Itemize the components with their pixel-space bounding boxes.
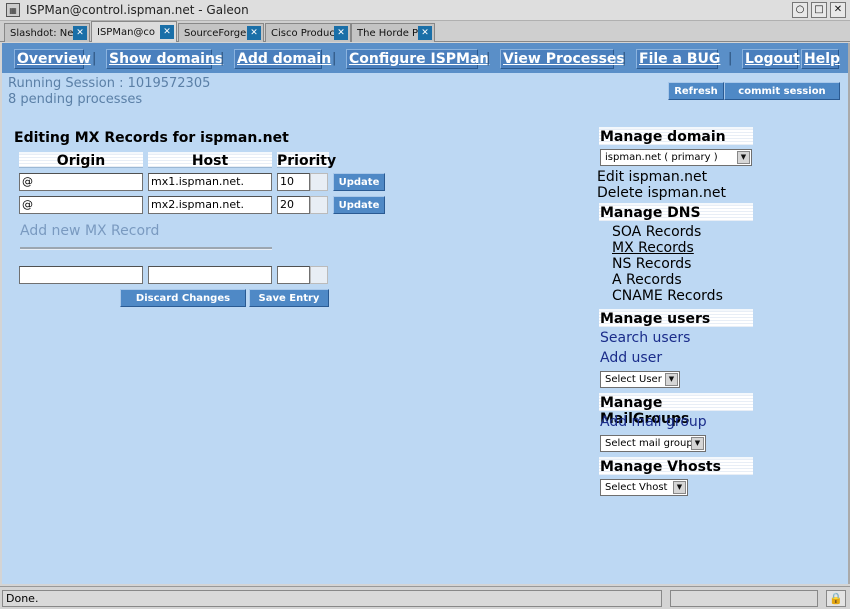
- nav-add-domain[interactable]: Add domain: [234, 49, 331, 69]
- nav-logout[interactable]: Logout: [742, 49, 800, 69]
- column-header-origin: Origin: [19, 152, 143, 168]
- tab-cisco[interactable]: Cisco Produc ✕: [265, 23, 351, 42]
- tab-ispman[interactable]: ISPMan@co ✕: [91, 21, 177, 42]
- tab-horde[interactable]: The Horde Pr ✕: [351, 23, 435, 42]
- progress-box: [670, 590, 818, 607]
- manage-dns-heading: Manage DNS: [599, 203, 753, 221]
- close-tab-icon[interactable]: ✕: [160, 25, 174, 39]
- add-user-link[interactable]: Add user: [600, 350, 662, 366]
- close-tab-icon[interactable]: ✕: [418, 26, 432, 40]
- search-users-link[interactable]: Search users: [600, 330, 690, 346]
- chevron-down-icon: ▼: [737, 151, 750, 164]
- nav-separator: |: [622, 51, 627, 66]
- update-button[interactable]: Update: [333, 173, 385, 191]
- update-button[interactable]: Update: [333, 196, 385, 214]
- security-lock-icon[interactable]: 🔒: [826, 590, 846, 607]
- tab-slashdot[interactable]: Slashdot: Ne ✕: [4, 23, 90, 42]
- new-priority-spinner[interactable]: [310, 266, 328, 284]
- status-bar: Done. 🔒: [0, 586, 850, 609]
- close-tab-icon[interactable]: ✕: [247, 26, 261, 40]
- nav-separator: |: [486, 51, 491, 66]
- app-icon[interactable]: ▦: [6, 3, 20, 17]
- window-title-bar: ▦ ISPMan@control.ispman.net - Galeon ○ □…: [0, 0, 850, 21]
- nav-help[interactable]: Help: [801, 49, 840, 69]
- column-header-priority: Priority: [277, 152, 337, 169]
- manage-mailgroups-heading: Manage MailGroups: [599, 393, 753, 427]
- cname-records-link[interactable]: CNAME Records: [612, 288, 723, 304]
- nav-view-processes[interactable]: View Processes: [500, 49, 625, 69]
- new-priority-input[interactable]: [277, 266, 310, 284]
- a-records-link[interactable]: A Records: [612, 272, 682, 288]
- manage-domain-heading: Manage domain: [599, 127, 753, 145]
- edit-domain-link[interactable]: Edit ispman.net: [597, 169, 707, 185]
- chevron-down-icon: ▼: [673, 481, 686, 494]
- nav-overview[interactable]: Overview: [14, 49, 91, 69]
- page-content: Overview | Show domains | Add domain | C…: [2, 43, 848, 584]
- new-origin-input[interactable]: [19, 266, 143, 284]
- new-host-input[interactable]: [148, 266, 272, 284]
- nav-show-domains[interactable]: Show domains: [106, 49, 223, 69]
- manage-vhosts-heading: Manage Vhosts: [599, 457, 753, 475]
- nav-configure-ispman[interactable]: Configure ISPMan: [346, 49, 489, 69]
- nav-file-bug[interactable]: File a BUG: [636, 49, 720, 69]
- chevron-down-icon: ▼: [665, 373, 678, 386]
- add-new-mx-label: Add new MX Record: [20, 223, 160, 239]
- priority-input[interactable]: 20: [277, 196, 310, 214]
- add-mail-group-link[interactable]: Add mail group: [600, 414, 707, 430]
- discard-changes-button[interactable]: Discard Changes: [120, 289, 246, 307]
- refresh-button[interactable]: Refresh: [668, 82, 724, 100]
- main-nav-bar: Overview | Show domains | Add domain | C…: [2, 43, 848, 73]
- mailgroup-select[interactable]: Select mail group ▼: [600, 435, 706, 452]
- running-session: Running Session : 1019572305: [8, 76, 211, 91]
- mx-records-link[interactable]: MX Records: [612, 240, 694, 256]
- divider: [20, 247, 272, 250]
- pending-processes: 8 pending processes: [8, 92, 143, 107]
- maximize-button[interactable]: □: [811, 2, 827, 18]
- vhost-select[interactable]: Select Vhost ▼: [600, 479, 688, 496]
- minimize-button[interactable]: ○: [792, 2, 808, 18]
- nav-separator: |: [332, 51, 337, 66]
- close-window-button[interactable]: ✕: [830, 2, 846, 18]
- priority-spinner[interactable]: [310, 196, 328, 214]
- commit-session-button[interactable]: commit session: [724, 82, 840, 100]
- domain-select[interactable]: ispman.net ( primary ) ▼: [600, 149, 752, 166]
- user-select[interactable]: Select User ▼: [600, 371, 680, 388]
- close-tab-icon[interactable]: ✕: [73, 26, 87, 40]
- origin-input[interactable]: @: [19, 173, 143, 191]
- save-entry-button[interactable]: Save Entry: [249, 289, 329, 307]
- priority-spinner[interactable]: [310, 173, 328, 191]
- origin-input[interactable]: @: [19, 196, 143, 214]
- nav-separator: |: [220, 51, 225, 66]
- host-input[interactable]: mx1.ispman.net.: [148, 173, 272, 191]
- priority-input[interactable]: 10: [277, 173, 310, 191]
- column-header-host: Host: [148, 152, 272, 168]
- ns-records-link[interactable]: NS Records: [612, 256, 691, 272]
- host-input[interactable]: mx2.ispman.net.: [148, 196, 272, 214]
- close-tab-icon[interactable]: ✕: [334, 26, 348, 40]
- soa-records-link[interactable]: SOA Records: [612, 224, 701, 240]
- editor-title: Editing MX Records for ispman.net: [14, 130, 289, 146]
- nav-separator: |: [728, 51, 733, 66]
- status-text: Done.: [2, 590, 662, 607]
- nav-separator: |: [92, 51, 97, 66]
- tab-bar: Slashdot: Ne ✕ ISPMan@co ✕ SourceForge ✕…: [0, 21, 850, 42]
- tab-sourceforge[interactable]: SourceForge ✕: [178, 23, 264, 42]
- delete-domain-link[interactable]: Delete ispman.net: [597, 185, 726, 201]
- window-title: ISPMan@control.ispman.net - Galeon: [26, 3, 249, 17]
- chevron-down-icon: ▼: [691, 437, 704, 450]
- manage-users-heading: Manage users: [599, 309, 753, 327]
